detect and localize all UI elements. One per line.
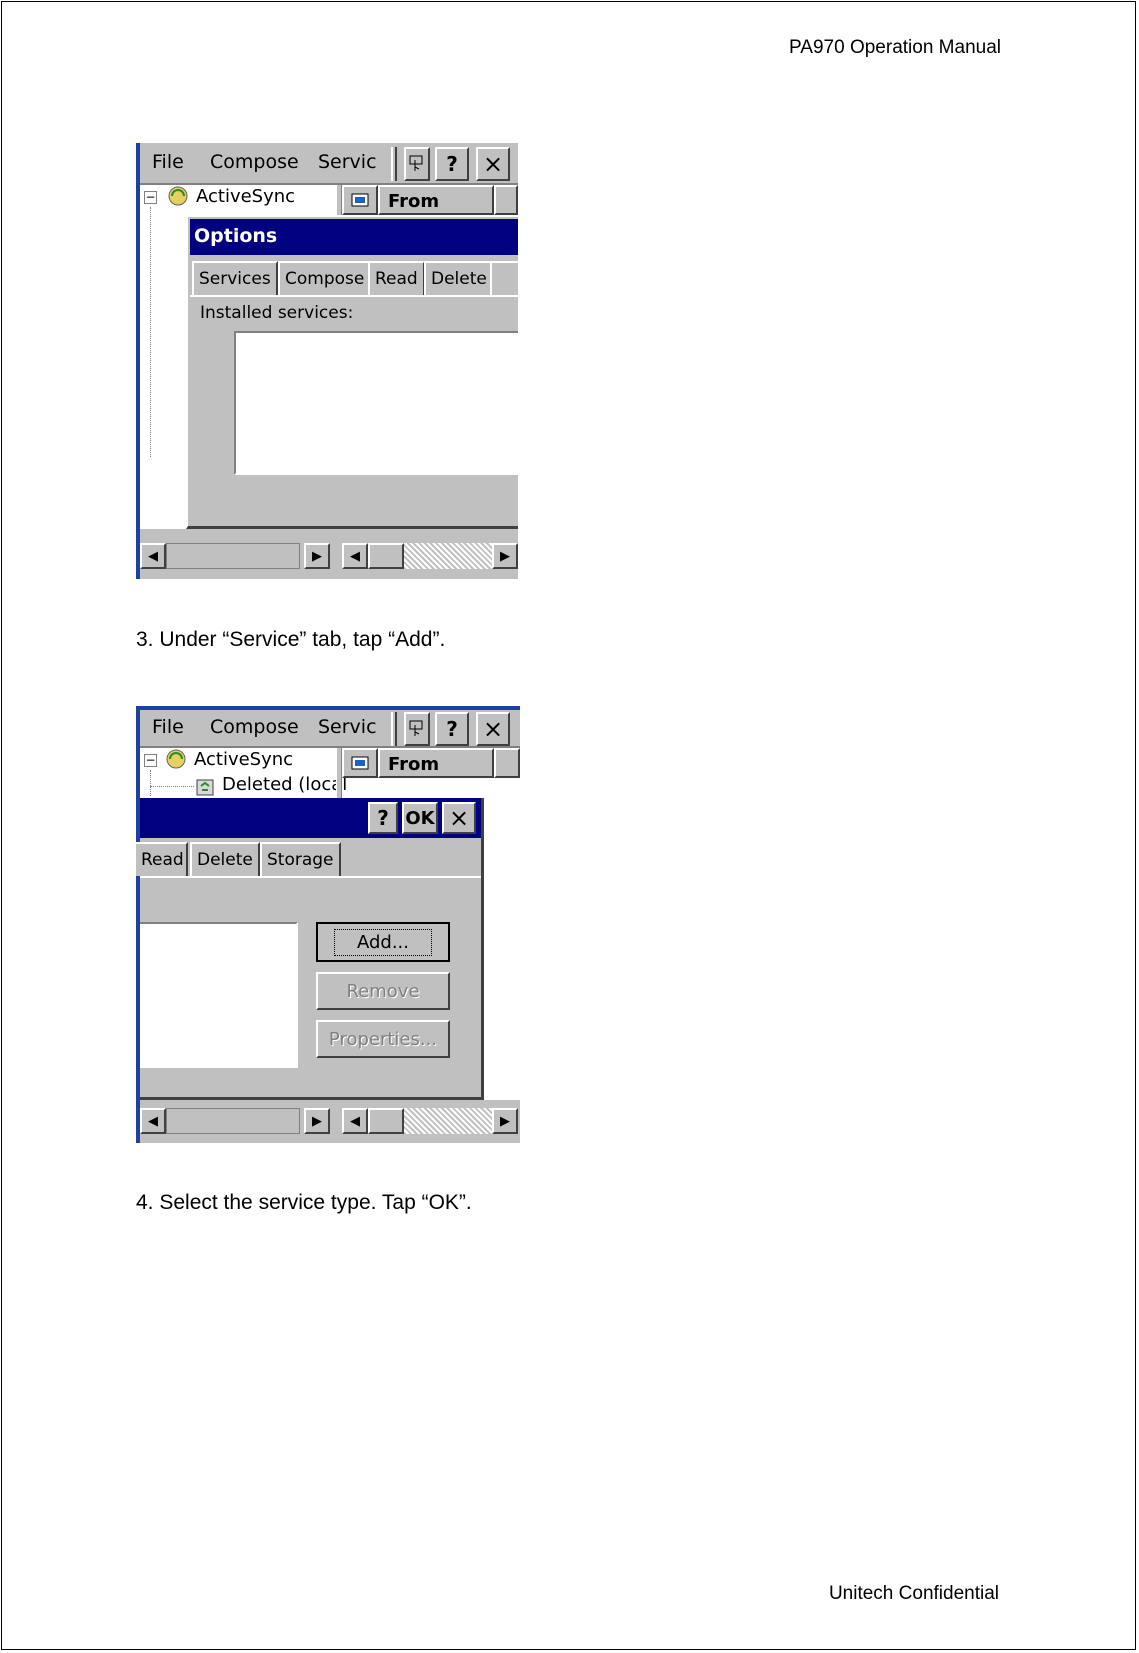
tab-storage[interactable]: Storage: [260, 842, 341, 876]
menu-compose[interactable]: Compose: [210, 716, 299, 738]
left-scroll-thumb[interactable]: [166, 1108, 300, 1134]
activesync-icon: [164, 748, 188, 770]
add-button-label: Add...: [356, 931, 409, 953]
tree-item-deleted[interactable]: Deleted (local: [222, 774, 347, 795]
help-button[interactable]: ?: [435, 712, 469, 746]
collapse-tree-icon[interactable]: −: [144, 754, 157, 767]
tree-line: [150, 770, 151, 796]
scroll-right-icon[interactable]: ▶: [304, 1108, 330, 1134]
menu-services[interactable]: Servic: [318, 716, 377, 738]
options-dialog: ? OK × Read Delete Storage Add... Remove…: [136, 798, 484, 1100]
scroll-left-icon-2[interactable]: ◀: [342, 1108, 368, 1134]
tree-item-activesync[interactable]: ActiveSync: [196, 186, 295, 207]
close-button[interactable]: ×: [476, 147, 510, 181]
tab-read[interactable]: Read: [136, 842, 188, 876]
tab-services[interactable]: Services: [192, 261, 278, 297]
step-3-text: 3. Under “Service” tab, tap “Add”.: [136, 628, 446, 651]
installed-services-list[interactable]: [140, 922, 298, 1068]
column-from[interactable]: From: [378, 748, 494, 778]
close-button[interactable]: ×: [476, 712, 510, 746]
scroll-left-icon[interactable]: ◀: [140, 543, 166, 569]
screenshot-options-services: File Compose Servic ? × − ActiveSync Fro…: [136, 143, 518, 579]
help-button[interactable]: ?: [435, 147, 469, 181]
tap-and-hold-icon[interactable]: [404, 712, 430, 746]
tab-more[interactable]: [490, 261, 518, 295]
scroll-left-icon[interactable]: ◀: [140, 1108, 166, 1134]
toolbar-grip: [391, 147, 397, 181]
tab-read[interactable]: Read: [368, 261, 425, 295]
menu-bar: File Compose Servic ? ×: [140, 143, 518, 185]
menu-bar: File Compose Servic ? ×: [140, 710, 520, 748]
dialog-title: Options: [190, 219, 518, 255]
scroll-right-icon-2[interactable]: ▶: [492, 543, 518, 569]
menu-file[interactable]: File: [152, 151, 184, 173]
properties-button[interactable]: Properties...: [316, 1020, 450, 1058]
column-next[interactable]: [494, 748, 520, 778]
collapse-tree-icon[interactable]: −: [144, 191, 157, 204]
right-scroll-thumb[interactable]: [368, 1108, 404, 1134]
scroll-right-icon[interactable]: ▶: [304, 543, 330, 569]
scroll-right-icon-2[interactable]: ▶: [492, 1108, 518, 1134]
menu-file[interactable]: File: [152, 716, 184, 738]
column-next[interactable]: [494, 185, 518, 215]
tab-panel-edge: [190, 295, 518, 297]
installed-services-list[interactable]: [234, 331, 518, 475]
tab-strip: Services Compose Read Delete: [190, 261, 518, 297]
step-4-text: 4. Select the service type. Tap “OK”.: [136, 1191, 472, 1214]
column-from[interactable]: From: [378, 185, 494, 215]
page-header: PA970 Operation Manual: [789, 37, 1001, 58]
add-button[interactable]: Add...: [316, 922, 450, 962]
screenshot-options-add: File Compose Servic ? × − ActiveSync Del…: [136, 706, 520, 1143]
toolbar-grip: [391, 712, 397, 746]
menu-compose[interactable]: Compose: [210, 151, 299, 173]
menu-services[interactable]: Servic: [318, 151, 377, 173]
remove-button[interactable]: Remove: [316, 972, 450, 1010]
activesync-icon: [166, 185, 190, 207]
tree-branch: [150, 786, 194, 787]
right-scroll-thumb[interactable]: [368, 543, 404, 569]
window-edge: [136, 143, 140, 579]
tab-panel-edge: [140, 876, 481, 878]
dialog-ok-button[interactable]: OK: [402, 802, 438, 834]
dialog-help-button[interactable]: ?: [368, 802, 398, 834]
tree-item-activesync[interactable]: ActiveSync: [194, 749, 293, 770]
options-dialog: Options Services Compose Read Delete Ins…: [186, 215, 518, 529]
tree-line: [150, 207, 151, 457]
page-footer: Unitech Confidential: [828, 1583, 999, 1604]
message-icon[interactable]: [342, 185, 378, 215]
installed-services-label: Installed services:: [200, 303, 354, 323]
tab-delete[interactable]: Delete: [424, 261, 494, 295]
tab-delete[interactable]: Delete: [190, 842, 260, 876]
scroll-track[interactable]: [404, 543, 494, 569]
scroll-left-icon-2[interactable]: ◀: [342, 543, 368, 569]
dialog-close-button[interactable]: ×: [442, 802, 476, 834]
recycle-folder-icon: [194, 776, 216, 796]
message-icon[interactable]: [342, 748, 378, 778]
tap-and-hold-icon[interactable]: [404, 147, 430, 181]
tab-compose[interactable]: Compose: [278, 261, 372, 295]
scroll-track[interactable]: [404, 1108, 494, 1134]
left-scroll-thumb[interactable]: [166, 543, 300, 569]
